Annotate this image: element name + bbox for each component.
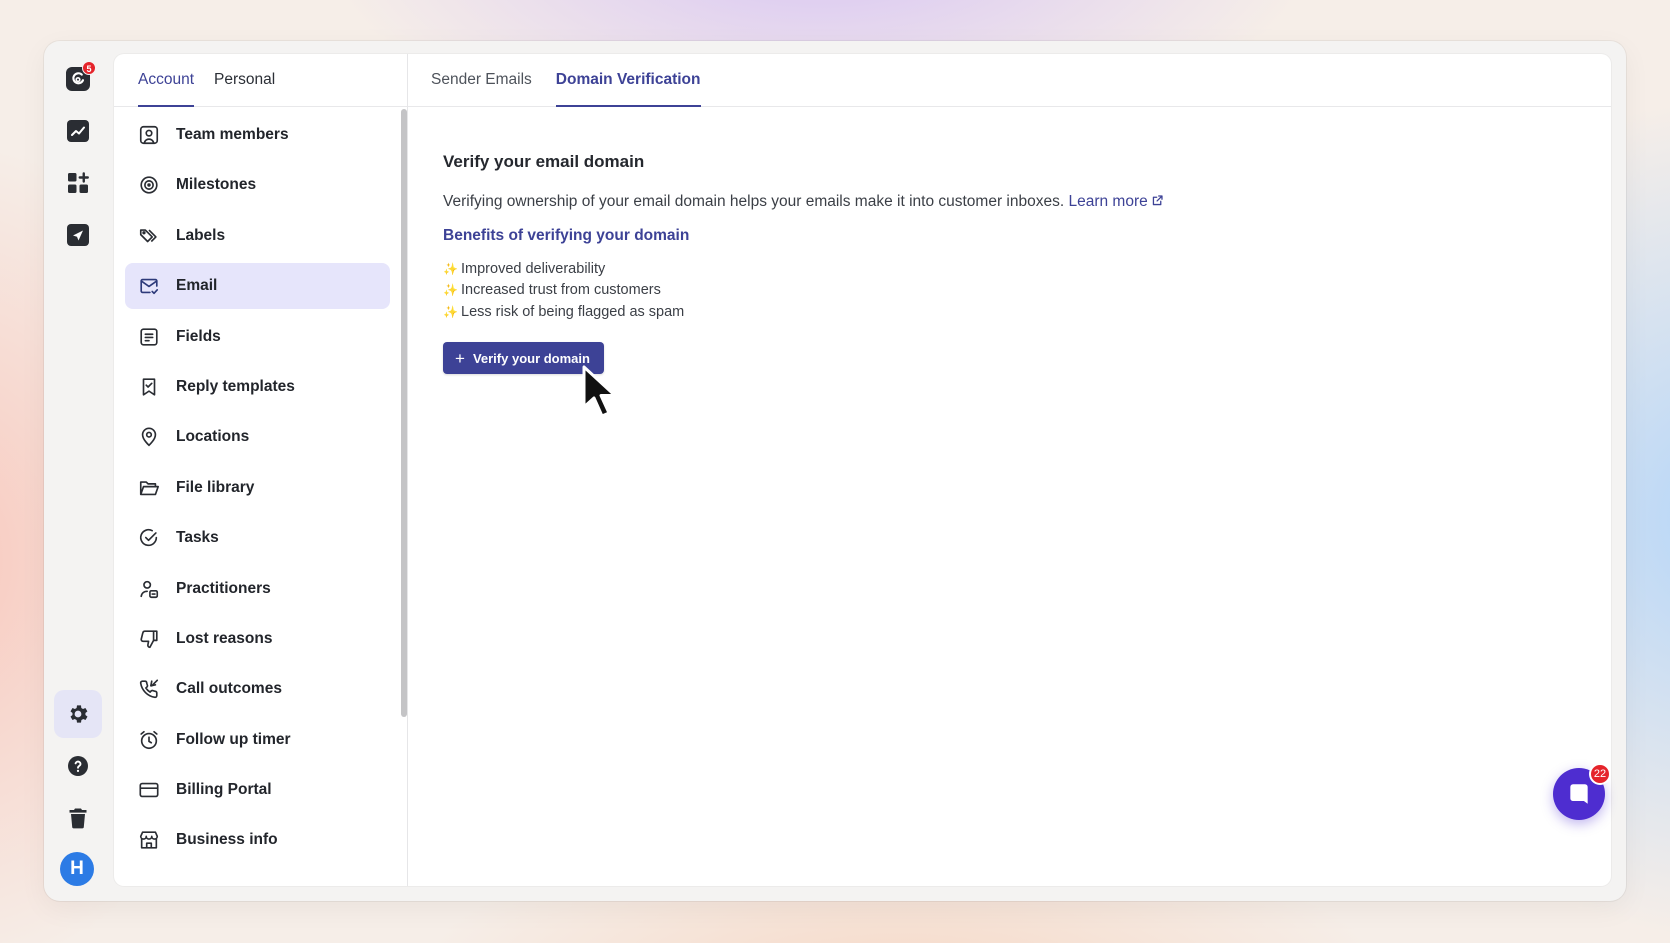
rail-help-button[interactable] (54, 742, 102, 790)
settings-nav-list: Team members Milestones Labels Email Fie… (125, 112, 390, 868)
rail-analytics-button[interactable] (54, 107, 102, 155)
rail-trash-button[interactable] (54, 794, 102, 842)
sidebar-item-label: Practitioners (176, 579, 271, 597)
sidebar-item-email[interactable]: Email (125, 263, 390, 310)
tab-personal[interactable]: Personal (214, 54, 275, 106)
alarm-clock-icon (137, 728, 161, 752)
mouse-pointer-icon (582, 365, 617, 418)
map-pin-icon (137, 425, 161, 449)
tab-sender-emails[interactable]: Sender Emails (431, 54, 532, 106)
settings-tabs: Account Personal (114, 54, 407, 107)
tags-icon (137, 224, 161, 248)
mail-check-icon (137, 274, 161, 298)
app-window: 5 H Account Personal Team members Milest… (44, 41, 1626, 901)
apps-grid-icon (68, 172, 89, 193)
sidebar-item-label: Fields (176, 327, 221, 345)
rail-apps-button[interactable] (54, 159, 102, 207)
tab-account[interactable]: Account (138, 54, 195, 107)
check-circle-icon (137, 526, 161, 550)
sidebar-item-label: Reply templates (176, 377, 295, 395)
rail-settings-button[interactable] (54, 690, 102, 738)
rail-campaigns-button[interactable] (54, 211, 102, 259)
benefit-text: Improved deliverability (461, 260, 606, 277)
sidebar-item-label: Call outcomes (176, 680, 282, 698)
store-icon (137, 828, 161, 852)
sparkle-icon: ✨ (443, 261, 458, 276)
sidebar-item-label: Team members (176, 126, 289, 143)
help-icon (68, 756, 88, 776)
benefits-heading: Benefits of verifying your domain (443, 227, 690, 244)
sidebar-item-label: File library (176, 478, 255, 496)
sidebar-item-lost-reasons[interactable]: Lost reasons (125, 616, 390, 662)
page-title: Verify your email domain (443, 152, 645, 171)
plus-icon: + (455, 348, 465, 368)
gear-icon (70, 705, 88, 723)
benefit-text: Less risk of being flagged as spam (461, 303, 685, 320)
sidebar-item-fields[interactable]: Fields (125, 314, 390, 360)
sidebar-item-label: Business info (176, 831, 278, 849)
benefit-text: Increased trust from customers (461, 282, 661, 299)
app-rail: 5 H (44, 41, 114, 901)
thumbs-down-icon (137, 627, 161, 651)
sidebar-item-billing-portal[interactable]: Billing Portal (125, 767, 390, 813)
sidebar-item-practitioners[interactable]: Practitioners (125, 566, 390, 612)
verify-domain-label: Verify your domain (472, 350, 590, 366)
sidebar-item-call-outcomes[interactable]: Call outcomes (125, 666, 390, 712)
logo-notification-badge: 5 (82, 61, 96, 75)
app-logo-button[interactable]: 5 (54, 55, 102, 103)
sidebar-item-label: Milestones (176, 176, 257, 194)
learn-more-label: Learn more (1068, 193, 1148, 210)
sidebar-scrollbar[interactable] (401, 109, 407, 717)
list-item: ✨ Improved deliverability (443, 258, 684, 280)
page-description: Verifying ownership of your email domain… (443, 193, 1164, 211)
sidebar-item-label: Billing Portal (176, 781, 272, 799)
list-item: ✨ Less risk of being flagged as spam (443, 301, 684, 323)
sidebar-item-milestones[interactable]: Milestones (125, 162, 390, 208)
tab-domain-verification[interactable]: Domain Verification (555, 54, 701, 107)
settings-sidebar: Account Personal Team members Milestones… (114, 54, 408, 886)
user-square-icon (137, 123, 161, 147)
sidebar-item-reply-templates[interactable]: Reply templates (125, 364, 390, 410)
sidebar-item-tasks[interactable]: Tasks (125, 515, 390, 561)
sparkle-icon: ✨ (443, 304, 458, 319)
sidebar-item-label: Lost reasons (176, 629, 273, 647)
sidebar-item-locations[interactable]: Locations (125, 414, 390, 460)
chat-unread-badge: 22 (1589, 763, 1611, 785)
sidebar-item-follow-up-timer[interactable]: Follow up timer (125, 717, 390, 763)
phone-outgoing-icon (137, 677, 161, 701)
chart-trend-icon (67, 120, 89, 142)
sidebar-item-labels[interactable]: Labels (125, 213, 390, 259)
content-tabs: Sender Emails Domain Verification (408, 54, 1611, 107)
bookmark-check-icon (137, 375, 161, 399)
sidebar-item-label: Locations (176, 428, 250, 446)
sparkle-icon: ✨ (443, 283, 458, 298)
user-badge-icon (137, 577, 161, 601)
chat-bubble-icon (1570, 784, 1588, 804)
chat-launcher-button[interactable]: 22 (1553, 763, 1611, 820)
external-link-icon (1152, 195, 1163, 206)
folder-open-icon (137, 476, 161, 500)
form-icon (137, 325, 161, 349)
settings-panel: Account Personal Team members Milestones… (114, 54, 1611, 886)
benefits-list: ✨ Improved deliverability ✨ Increased trus… (443, 258, 684, 323)
trash-icon (69, 808, 87, 829)
learn-more-link[interactable]: Learn more (1068, 193, 1163, 210)
send-icon (67, 224, 89, 246)
target-icon (137, 173, 161, 197)
sidebar-item-label: Email (176, 277, 218, 295)
sidebar-item-file-library[interactable]: File library (125, 465, 390, 511)
sidebar-item-label: Tasks (176, 529, 219, 547)
sidebar-item-label: Follow up timer (176, 730, 291, 748)
user-avatar[interactable]: H (60, 852, 94, 886)
sidebar-item-business-info[interactable]: Business info (125, 817, 390, 863)
description-text: Verifying ownership of your email domain… (443, 193, 1065, 210)
main-content: Sender Emails Domain Verification Verify… (408, 54, 1611, 886)
credit-card-icon (137, 778, 161, 802)
list-item: ✨ Increased trust from customers (443, 280, 684, 302)
sidebar-item-team-members[interactable]: Team members (125, 112, 390, 158)
sidebar-item-label: Labels (176, 226, 226, 244)
